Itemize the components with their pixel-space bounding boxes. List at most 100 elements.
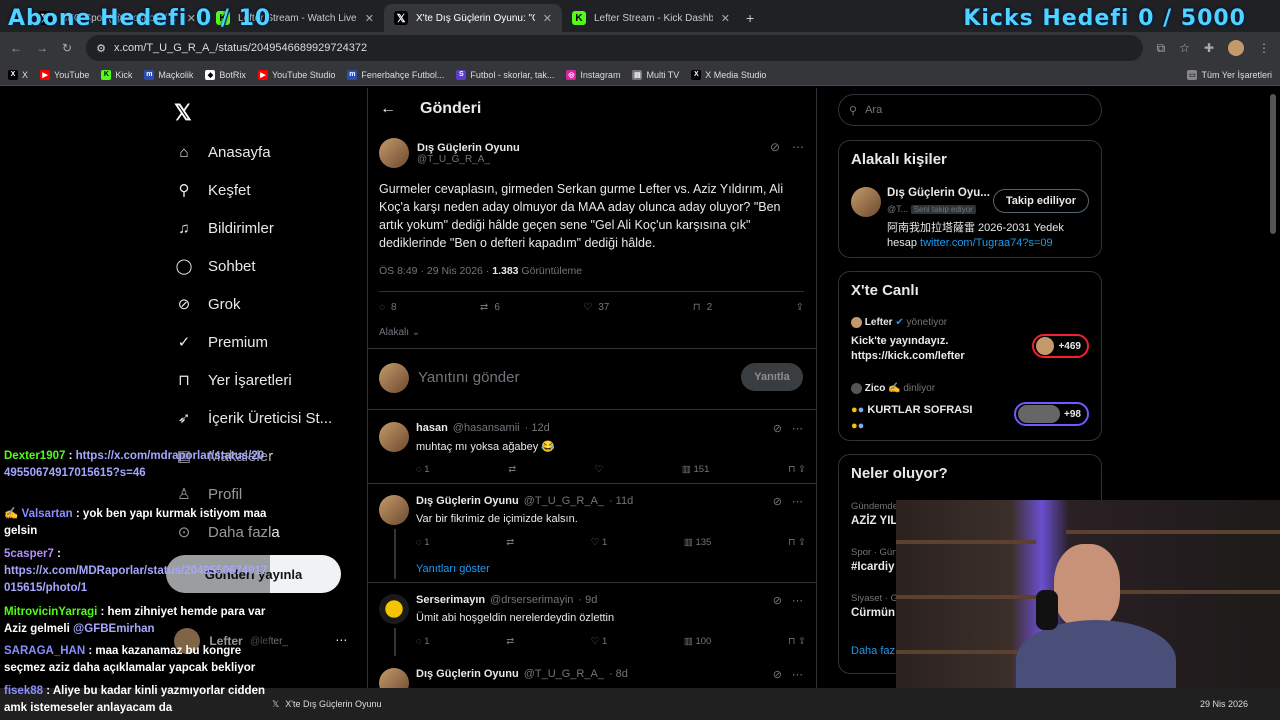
reply-submit-button[interactable]: Yanıtla bbox=[741, 363, 803, 391]
close-icon[interactable]: ✕ bbox=[365, 12, 374, 25]
more-icon[interactable]: ⋯ bbox=[792, 140, 804, 154]
tab-x-post[interactable]: 𝕏 X'te Dış Güçlerin Oyunu: "Gurme ✕ bbox=[384, 4, 562, 32]
search-icon: ⚲ bbox=[178, 182, 190, 199]
like-button[interactable]: ♡ bbox=[595, 464, 604, 475]
sidebar-item-premium[interactable]: ✓ Premium bbox=[174, 332, 268, 352]
live-space-listeners[interactable]: +469 bbox=[1032, 334, 1089, 358]
view-count: 151 bbox=[693, 464, 710, 475]
avatar[interactable] bbox=[1228, 40, 1244, 56]
reply-button[interactable]: ◌ 1 bbox=[416, 636, 430, 647]
post-author[interactable]: Dış Güçlerin Oyunu @T_U_G_R_A_ bbox=[379, 138, 520, 168]
show-replies-link[interactable]: Yanıtları göster bbox=[416, 563, 490, 575]
sidebar-item-home[interactable]: ⌂ Anasayfa bbox=[174, 142, 270, 162]
reply-button[interactable]: ◌ 8 bbox=[379, 302, 397, 313]
bookmark-instagram[interactable]: ◎ Instagram bbox=[566, 69, 620, 80]
repost-button[interactable]: ⇄ bbox=[506, 537, 514, 548]
bookmark-multitv[interactable]: ▤ Multi TV bbox=[632, 69, 679, 80]
grok-icon[interactable]: ⊘ bbox=[773, 422, 782, 435]
grok-icon[interactable]: ⊘ bbox=[770, 140, 780, 154]
repost-button[interactable]: ⇄ 6 bbox=[480, 302, 500, 313]
close-icon[interactable]: ✕ bbox=[721, 12, 730, 25]
sidebar-item-label: Bildirimler bbox=[208, 219, 274, 237]
install-icon[interactable]: ⧉ bbox=[1157, 41, 1166, 56]
sidebar-item-bookmarks[interactable]: ⊓ Yer İşaretleri bbox=[174, 370, 292, 390]
views-button[interactable]: ▥ 151 bbox=[682, 464, 709, 475]
bookmark-button[interactable]: ⊓ 2 bbox=[693, 302, 712, 313]
scrollbar[interactable] bbox=[1270, 94, 1276, 234]
related-dropdown[interactable]: Alakalı ⌄ bbox=[379, 327, 420, 338]
reply-item[interactable]: Serserimayın @drserserimayin · 9d ⊘ ⋯ Ümit … bbox=[368, 586, 817, 656]
all-bookmarks[interactable]: ▭ Tüm Yer İşaretleri bbox=[1187, 69, 1272, 80]
bookmark-x-media-studio[interactable]: XX Media Studio bbox=[691, 69, 766, 80]
star-icon[interactable]: ☆ bbox=[1179, 41, 1190, 55]
grok-icon[interactable]: ⊘ bbox=[773, 668, 782, 681]
bookmark-button[interactable]: ⊓ ⇪ bbox=[788, 464, 806, 475]
site-info-icon[interactable]: ⚙ bbox=[96, 42, 106, 55]
bio-link[interactable]: twitter.com/Tugraa74?s=09 bbox=[920, 237, 1053, 249]
bookmark-youtube[interactable]: ▶ YouTube bbox=[40, 69, 89, 80]
app-icon[interactable]: 𝕏 bbox=[272, 699, 279, 710]
sidebar-item-explore[interactable]: ⚲ Keşfet bbox=[174, 180, 251, 200]
forward-icon[interactable]: → bbox=[36, 41, 48, 55]
bookmark-kick[interactable]: K Kick bbox=[101, 69, 132, 80]
trend-item[interactable]: Cürmün bbox=[851, 607, 895, 619]
grok-icon[interactable]: ⊘ bbox=[773, 495, 782, 508]
reply-button[interactable]: ◌ 1 bbox=[416, 464, 430, 475]
close-icon[interactable]: ✕ bbox=[543, 12, 552, 25]
bookmark-mackolik[interactable]: m Maçkolik bbox=[144, 69, 193, 80]
sidebar-item-grok[interactable]: ⊘ Grok bbox=[174, 294, 241, 314]
live-space-title[interactable]: ●● KURTLAR SOFRASI ●● bbox=[851, 402, 1001, 434]
url-field[interactable]: ⚙ x.com/T_U_G_R_A_/status/20495466899297… bbox=[86, 35, 1143, 61]
trend-item[interactable]: #Icardiy bbox=[851, 561, 894, 573]
show-more-link[interactable]: Daha faz bbox=[851, 645, 895, 657]
x-logo-icon[interactable]: 𝕏 bbox=[174, 100, 192, 126]
reply-item[interactable]: hasan @hasansamii · 12d ⊘ ⋯ muhtaç mı yoksa… bbox=[368, 414, 817, 484]
reply-item[interactable]: Dış Güçlerin Oyunu @T_U_G_R_A_ · 8d ⊘ ⋯ bbox=[368, 660, 817, 688]
avatar[interactable] bbox=[851, 187, 881, 217]
more-icon[interactable]: ⋯ bbox=[792, 495, 803, 508]
grok-icon[interactable]: ⊘ bbox=[773, 594, 782, 607]
bookmark-youtube-studio[interactable]: ▶ YouTube Studio bbox=[257, 69, 335, 80]
bookmark-button[interactable]: ⊓ ⇪ bbox=[788, 537, 806, 548]
more-icon[interactable]: ⋯ bbox=[792, 668, 803, 681]
relevant-person-name[interactable]: Dış Güçlerin Oyu... bbox=[887, 187, 990, 199]
sidebar-item-creator-studio[interactable]: ➶ İçerik Üreticisi St... bbox=[174, 408, 332, 428]
reply-item[interactable]: Dış Güçlerin Oyunu @T_U_G_R_A_ · 11d ⊘ ⋯ Va… bbox=[368, 487, 817, 583]
more-icon[interactable]: ⋯ bbox=[335, 633, 347, 647]
bookmark-flashscore[interactable]: S Futbol - skorlar, tak... bbox=[456, 69, 554, 80]
bookmark-botrix[interactable]: ◆ BotRix bbox=[205, 69, 246, 80]
reply-input[interactable]: Yanıtını gönder bbox=[418, 369, 519, 386]
search-input[interactable]: ⚲ Ara bbox=[838, 94, 1102, 126]
views-button[interactable]: ▥ 100 bbox=[684, 636, 711, 647]
extensions-icon[interactable]: ✚ bbox=[1204, 41, 1214, 55]
repost-button[interactable]: ⇄ bbox=[506, 636, 514, 647]
bookmark-button[interactable]: ⊓ ⇪ bbox=[788, 636, 806, 647]
reload-icon[interactable]: ↻ bbox=[62, 41, 72, 55]
back-icon[interactable]: ← bbox=[10, 41, 22, 55]
bookmark-x[interactable]: XX bbox=[8, 69, 28, 80]
views-button[interactable]: ▥ 135 bbox=[684, 537, 711, 548]
tab-kick-dashboard[interactable]: K Lefter Stream - Kick Dashboard ✕ bbox=[562, 4, 740, 32]
taskbar-app-label[interactable]: X'te Dış Güçlerin Oyunu bbox=[285, 699, 381, 709]
bookmark-fenerbahce[interactable]: m Fenerbahçe Futbol... bbox=[347, 69, 444, 80]
share-button[interactable]: ⇪ bbox=[796, 302, 804, 313]
trend-item[interactable]: AZİZ YIL bbox=[851, 515, 897, 527]
avatar bbox=[851, 317, 862, 328]
live-space-listeners[interactable]: +98 bbox=[1014, 402, 1089, 426]
sidebar-item-notifications[interactable]: ♫ Bildirimler bbox=[174, 218, 274, 238]
sidebar-item-chat[interactable]: ◯ Sohbet bbox=[174, 256, 256, 276]
like-button[interactable]: ♡ 37 bbox=[583, 302, 609, 313]
menu-icon[interactable]: ⋮ bbox=[1258, 41, 1270, 55]
chat-link[interactable]: https://x.com/MDRaporlar/status/20495506… bbox=[4, 565, 267, 594]
like-button[interactable]: ♡ 1 bbox=[591, 636, 607, 647]
repost-button[interactable]: ⇄ bbox=[508, 464, 516, 475]
reply-actions: ◌ 1 ⇄ ♡ ▥ 151 ⊓ ⇪ bbox=[416, 464, 806, 475]
more-icon[interactable]: ⋯ bbox=[792, 594, 803, 607]
live-space-title[interactable]: Kick'te yayındayız. https://kick.com/lef… bbox=[851, 334, 1021, 364]
back-arrow-icon[interactable]: ← bbox=[380, 100, 396, 118]
following-button[interactable]: Takip ediliyor bbox=[992, 189, 1089, 213]
reply-button[interactable]: ◌ 1 bbox=[416, 537, 430, 548]
new-tab-button[interactable]: + bbox=[746, 10, 754, 26]
like-button[interactable]: ♡ 1 bbox=[591, 537, 607, 548]
more-icon[interactable]: ⋯ bbox=[792, 422, 803, 435]
